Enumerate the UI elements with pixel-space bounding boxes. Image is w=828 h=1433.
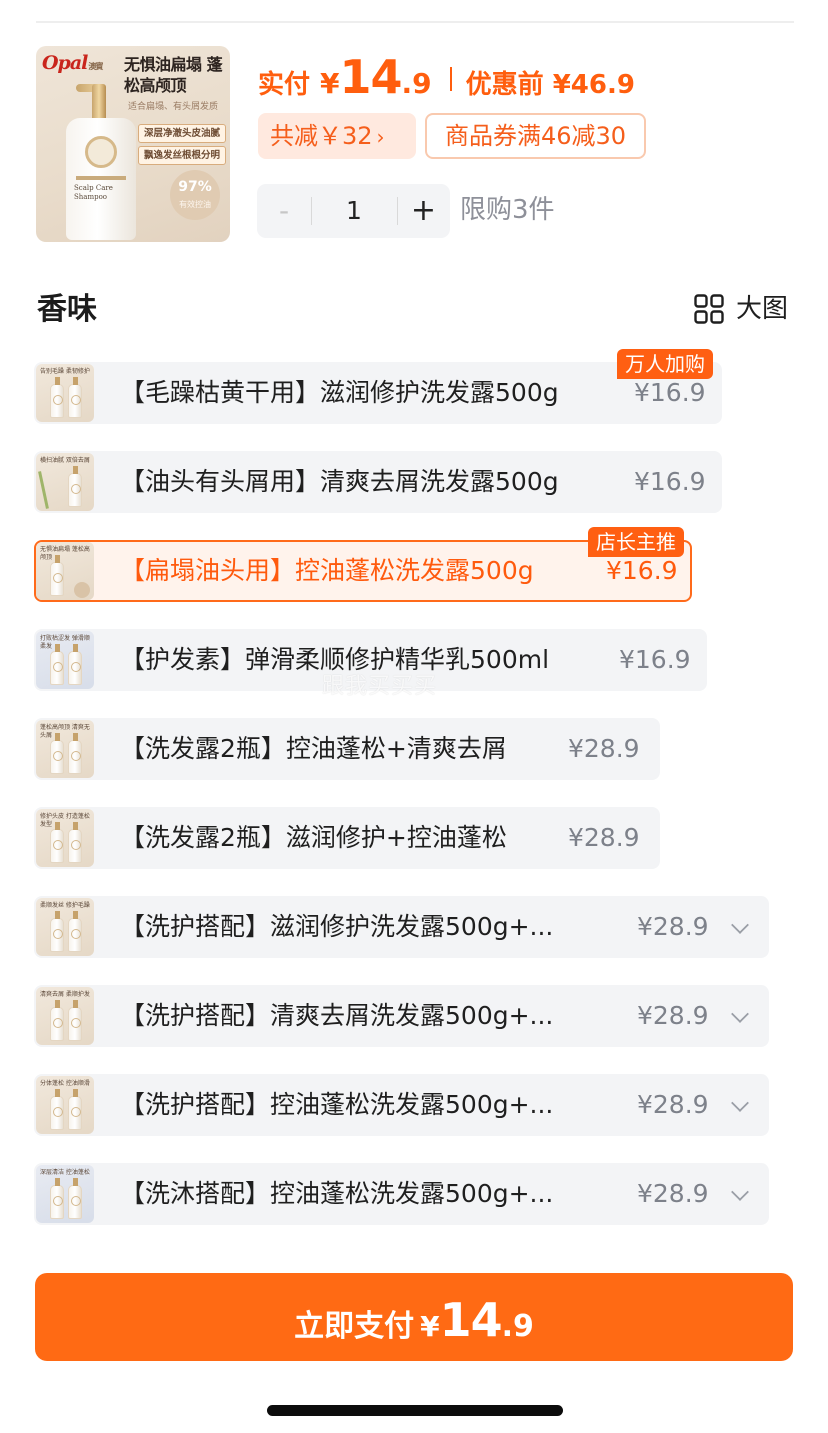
option-thumbnail: 分体蓬松 控油顺滑 (36, 1076, 94, 1134)
bottle-illustration: Scalp Care Shampoo (66, 84, 136, 240)
price-label: 实付 (258, 70, 311, 100)
big-view-label: 大图 (735, 294, 788, 324)
option-price: ¥16.9 (619, 645, 691, 674)
price-integer: 14 (339, 50, 403, 104)
option-label: 【扁塌油头用】控油蓬松洗发露500g (120, 556, 534, 585)
saving-chip[interactable]: 共减￥32 › (258, 113, 416, 159)
price-currency: ¥ (320, 67, 340, 100)
option-label: 【洗护搭配】滋润修护洗发露500g+... (120, 912, 554, 941)
pay-integer: 14 (439, 1293, 503, 1347)
option-label: 【洗沐搭配】控油蓬松洗发露500g+... (120, 1179, 554, 1208)
chevron-right-icon: › (376, 125, 385, 149)
option-price: ¥28.9 (568, 734, 640, 763)
option-price: ¥28.9 (568, 823, 640, 852)
option-label: 【油头有头屑用】清爽去屑洗发露500g (120, 467, 559, 496)
option-row[interactable]: 蓬松高颅顶 清爽无头屑 【洗发露2瓶】控油蓬松+清爽去屑 ¥28.9 (34, 718, 660, 780)
saving-text: 共减￥32 (270, 122, 373, 150)
option-thumbnail: 打败枯涩发 弹滑顺柔发 (36, 631, 94, 689)
home-indicator (267, 1405, 563, 1416)
option-row[interactable]: 横扫油腻 双倍去屑 【油头有头屑用】清爽去屑洗发露500g ¥16.9 (34, 451, 722, 513)
option-label: 【洗发露2瓶】滋润修护+控油蓬松 (120, 823, 507, 852)
original-price: 优惠前 ¥46.9 (465, 70, 635, 100)
image-pill: 深层净澈头皮油腻 (138, 124, 226, 143)
increase-button[interactable]: + (397, 184, 450, 238)
quantity-value[interactable]: 1 (311, 184, 397, 238)
decrease-button[interactable]: - (257, 184, 311, 238)
pay-label: 立即支付 (294, 1309, 415, 1344)
product-image[interactable]: Opal澳寶 Scalp Care Shampoo 无惧油扁塌 蓬松高颅顶 适合… (36, 46, 230, 242)
price-separator (449, 67, 452, 91)
option-label: 【洗护搭配】清爽去屑洗发露500g+... (120, 1001, 554, 1030)
option-price: ¥16.9 (634, 467, 706, 496)
chevron-down-icon[interactable] (731, 1094, 749, 1112)
big-view-toggle[interactable]: 大图 (694, 289, 788, 329)
option-price: ¥28.9 (637, 912, 709, 941)
section-title: 香味 (37, 292, 97, 327)
option-row[interactable]: 深层清洁 控油蓬松 【洗沐搭配】控油蓬松洗发露500g+... ¥28.9 (34, 1163, 769, 1225)
top-divider (36, 21, 794, 23)
option-label: 【毛躁枯黄干用】滋润修护洗发露500g (120, 378, 559, 407)
option-row[interactable]: 修护头皮 打造蓬松发型 【洗发露2瓶】滋润修护+控油蓬松 ¥28.9 (34, 807, 660, 869)
price-decimal: .9 (401, 67, 432, 100)
option-price: ¥28.9 (637, 1179, 709, 1208)
pay-decimal: .9 (501, 1309, 534, 1344)
option-row[interactable]: 分体蓬松 控油顺滑 【洗护搭配】控油蓬松洗发露500g+... ¥28.9 (34, 1074, 769, 1136)
watermark: 跟我买买买 (322, 674, 438, 699)
image-pill: 飘逸发丝根根分明 (138, 146, 226, 165)
option-thumbnail: 告别毛躁 柔韧修护 (36, 364, 94, 422)
quantity-stepper: - 1 + (257, 184, 450, 238)
pay-now-button[interactable]: 立即支付 ¥ 14 .9 (35, 1273, 793, 1361)
coupon-chip[interactable]: 商品券满46减30 (425, 113, 646, 159)
image-badge: 97% 有效控油 (170, 170, 220, 220)
option-thumbnail: 清爽去屑 柔顺护发 (36, 987, 94, 1045)
bottle-label: Scalp Care Shampoo (74, 184, 113, 201)
option-row[interactable]: 柔顺发丝 修护毛躁 【洗护搭配】滋润修护洗发露500g+... ¥28.9 (34, 896, 769, 958)
option-thumbnail: 横扫油腻 双倍去屑 (36, 453, 94, 511)
image-title: 无惧油扁塌 蓬松高颅顶 (124, 55, 223, 95)
grid-view-icon (694, 294, 724, 324)
option-thumbnail: 蓬松高颅顶 清爽无头屑 (36, 720, 94, 778)
pay-currency: ¥ (420, 1310, 440, 1343)
brand-logo: Opal澳寶 (42, 52, 103, 74)
chevron-down-icon[interactable] (731, 1005, 749, 1023)
option-label: 【洗发露2瓶】控油蓬松+清爽去屑 (120, 734, 507, 763)
option-label: 【洗护搭配】控油蓬松洗发露500g+... (120, 1090, 554, 1119)
chevron-down-icon[interactable] (731, 1183, 749, 1201)
image-subtitle: 适合扁塌、有头屑发质 (128, 102, 219, 112)
popular-tag: 万人加购 (617, 349, 713, 379)
chevron-down-icon[interactable] (731, 916, 749, 934)
recommended-tag: 店长主推 (588, 527, 684, 557)
option-thumbnail: 柔顺发丝 修护毛躁 (36, 898, 94, 956)
option-thumbnail: 修护头皮 打造蓬松发型 (36, 809, 94, 867)
option-thumbnail: 深层清洁 控油蓬松 (36, 1165, 94, 1223)
option-row[interactable]: 清爽去屑 柔顺护发 【洗护搭配】清爽去屑洗发露500g+... ¥28.9 (34, 985, 769, 1047)
option-thumbnail: 无惧油扁塌 蓬松高颅顶 (36, 542, 94, 600)
option-price: ¥28.9 (637, 1090, 709, 1119)
purchase-limit: 限购3件 (460, 195, 555, 225)
price-row: 实付 ¥ 14 .9 优惠前 ¥46.9 (258, 50, 635, 108)
option-price: ¥28.9 (637, 1001, 709, 1030)
